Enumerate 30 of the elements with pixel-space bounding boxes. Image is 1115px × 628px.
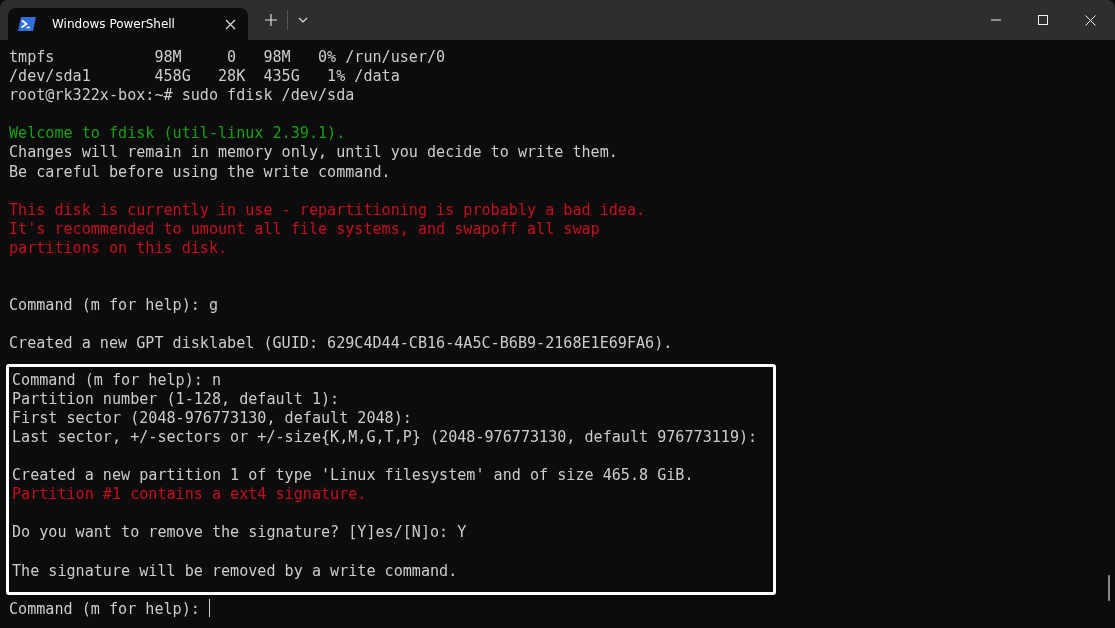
terminal-line: Last sector, +/-sectors or +/-size{K,M,G,T,P} (2048-976773130, default 976773119): [12, 427, 758, 446]
terminal-line: Partition #1 contains a ext4 signature. [12, 485, 367, 504]
terminal-line: The signature will be removed by a write command. [12, 561, 458, 580]
chevron-down-icon[interactable] [298, 17, 308, 23]
close-icon[interactable] [225, 18, 236, 30]
terminal-line: Command (m for help): g [9, 296, 218, 315]
tab[interactable]: Windows PowerShell [8, 8, 248, 40]
terminal-icon [18, 17, 36, 31]
terminal-line: /dev/sda1 458G 28K 435G 1% /data [9, 67, 400, 86]
tab-title: Windows PowerShell [52, 17, 176, 31]
terminal-line: Do you want to remove the signature? [Y]es/[N]o: Y [12, 523, 467, 542]
terminal-line: partitions on this disk. [9, 238, 228, 257]
terminal-line: Be careful before using the write command. [9, 162, 391, 181]
terminal-line: Partition number (1-128, default 1): [12, 389, 340, 408]
terminal-line: Created a new GPT disklabel (GUID: 629C4D44-CB16-4A5C-B6B9-2168E1E69FA6). [9, 334, 673, 353]
scrollbar-thumb[interactable] [1108, 575, 1110, 601]
command-prompt: Command (m for help): [9, 599, 201, 618]
terminal-line: tmpfs 98M 0 98M 0% /run/user/0 [9, 48, 446, 66]
text-cursor [208, 598, 210, 617]
close-icon[interactable] [1085, 14, 1096, 26]
terminal-line: It's recommended to umount all file systems, and swapoff all swap [9, 219, 600, 238]
terminal-line: First sector (2048-976773130, default 2048): [12, 408, 412, 427]
terminal-line: This disk is currently in use - repartitioning is probably a bad idea. [9, 200, 646, 219]
new-tab-icon[interactable] [265, 14, 277, 26]
maximize-icon[interactable] [1038, 15, 1048, 25]
terminal-line: Changes will remain in memory only, until you decide to write them. [9, 143, 618, 162]
terminal-line: root@rk322x-box:~# sudo fdisk /dev/sda [9, 86, 355, 105]
terminal-line: Welcome to fdisk (util-linux 2.39.1). [9, 124, 346, 143]
terminal-line: Command (m for help): n [12, 370, 221, 389]
terminal-line: Created a new partition 1 of type 'Linux filesystem' and of size 465.8 GiB. [12, 466, 694, 485]
